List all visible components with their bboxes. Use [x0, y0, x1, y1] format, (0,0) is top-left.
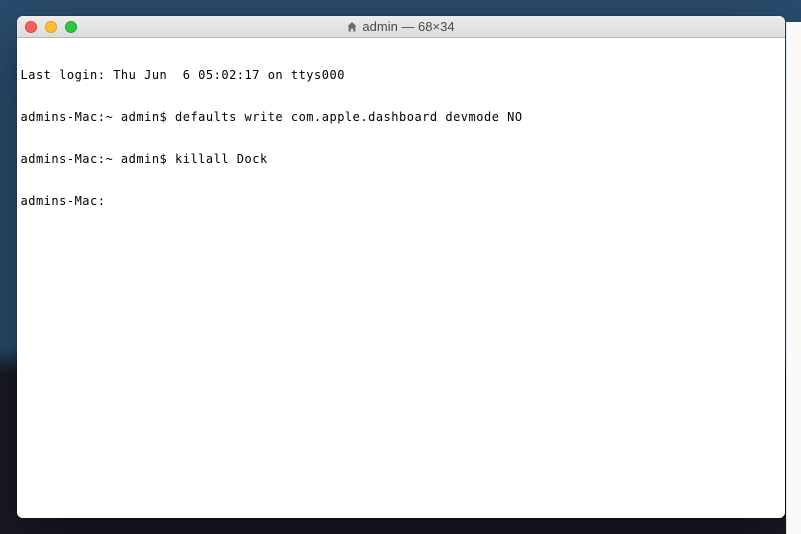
terminal-line: admins-Mac:~ admin$ killall Dock — [21, 152, 781, 166]
terminal-window: admin — 68×34 Last login: Thu Jun 6 05:0… — [17, 16, 785, 518]
home-icon — [346, 21, 358, 33]
window-title-text: admin — 68×34 — [362, 19, 454, 34]
titlebar[interactable]: admin — 68×34 — [17, 16, 785, 38]
terminal-line: admins-Mac:~ admin$ defaults write com.a… — [21, 110, 781, 124]
traffic-lights — [17, 21, 77, 33]
window-title: admin — 68×34 — [17, 19, 785, 34]
terminal-body[interactable]: Last login: Thu Jun 6 05:02:17 on ttys00… — [17, 38, 785, 518]
terminal-line: Last login: Thu Jun 6 05:02:17 on ttys00… — [21, 68, 781, 82]
minimize-button[interactable] — [45, 21, 57, 33]
terminal-line: admins-Mac: — [21, 194, 781, 208]
maximize-button[interactable] — [65, 21, 77, 33]
close-button[interactable] — [25, 21, 37, 33]
